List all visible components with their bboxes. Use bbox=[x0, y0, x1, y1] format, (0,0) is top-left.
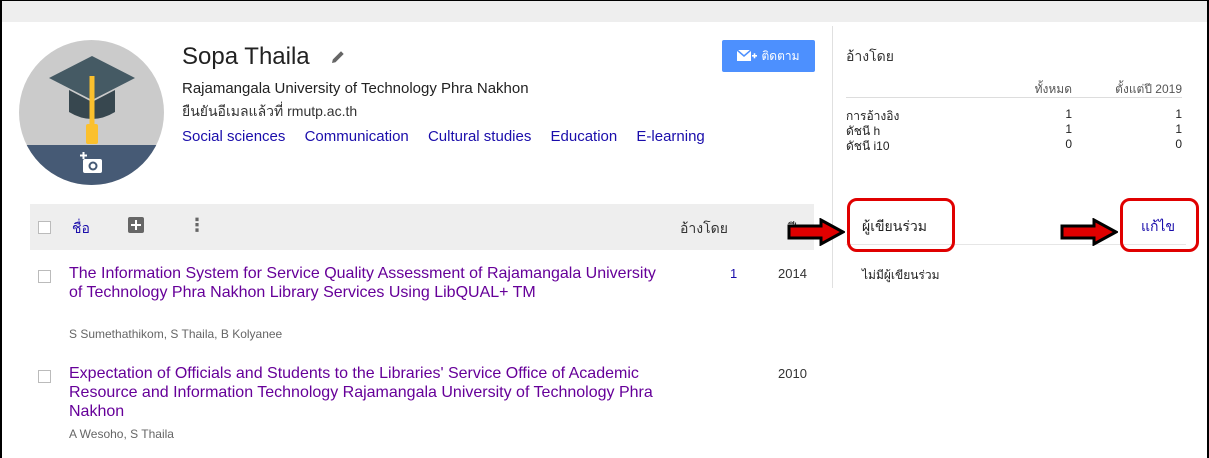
col-all-header: ทั้งหมด bbox=[1034, 82, 1072, 96]
stat-since: 0 bbox=[1175, 137, 1182, 151]
annotation-arrow-icon bbox=[1060, 218, 1118, 246]
follow-button[interactable]: ติดตาม bbox=[722, 40, 815, 72]
stats-row: ดัชนี i10 0 0 bbox=[846, 136, 1182, 153]
stats-header-row: ทั้งหมด ตั้งแต่ปี 2019 bbox=[846, 74, 1182, 98]
article-year: 2010 bbox=[778, 366, 807, 381]
stat-since: 1 bbox=[1175, 107, 1182, 121]
verified-email: ยืนยันอีเมลแล้วที่ rmutp.ac.th bbox=[182, 103, 358, 119]
interest-link[interactable]: Social sciences bbox=[182, 128, 285, 145]
sort-by-cited[interactable]: อ้างโดย bbox=[680, 218, 728, 240]
mail-follow-icon bbox=[737, 49, 758, 61]
cited-by-heading: อ้างโดย bbox=[846, 48, 894, 64]
stat-all: 1 bbox=[1065, 107, 1072, 121]
table-row: Expectation of Officials and Students to… bbox=[30, 364, 814, 444]
profile-name: Sopa Thaila bbox=[182, 43, 310, 70]
edit-pencil-icon[interactable] bbox=[330, 49, 346, 65]
annotation-arrow-icon bbox=[787, 218, 845, 246]
graduation-cap-icon bbox=[49, 56, 135, 144]
add-photo-icon[interactable] bbox=[80, 152, 104, 174]
table-row: The Information System for Service Quali… bbox=[30, 264, 814, 344]
interest-link[interactable]: Education bbox=[551, 128, 618, 145]
more-options-icon[interactable]: ⋮ bbox=[188, 215, 206, 236]
article-authors: S Sumethathikom, S Thaila, B Kolyanee bbox=[69, 327, 283, 341]
article-year: 2014 bbox=[778, 266, 807, 281]
interest-link[interactable]: E-learning bbox=[636, 128, 704, 145]
stats-row: ดัชนี h 1 1 bbox=[846, 121, 1182, 138]
sidebar-divider bbox=[832, 26, 833, 288]
stat-label[interactable]: ดัชนี i10 bbox=[846, 137, 890, 156]
col-since-header[interactable]: ตั้งแต่ปี 2019 bbox=[1115, 80, 1182, 99]
no-coauthors-text: ไม่มีผู้เขียนร่วม bbox=[862, 268, 940, 282]
profile-avatar[interactable] bbox=[19, 40, 164, 185]
annotation-box-edit bbox=[1120, 198, 1199, 252]
articles-table-header: ชื่อ ⋮ อ้างโดย ปี bbox=[30, 204, 814, 250]
article-cites[interactable]: 1 bbox=[730, 266, 737, 281]
interest-link[interactable]: Cultural studies bbox=[428, 128, 531, 145]
article-authors: A Wesoho, S Thaila bbox=[69, 427, 174, 441]
sort-by-title[interactable]: ชื่อ bbox=[72, 218, 90, 240]
follow-button-label: ติดตาม bbox=[761, 48, 800, 63]
select-all-checkbox[interactable] bbox=[38, 221, 51, 234]
interest-link[interactable]: Communication bbox=[305, 128, 409, 145]
article-title[interactable]: Expectation of Officials and Students to… bbox=[69, 364, 669, 421]
stat-all: 1 bbox=[1065, 122, 1072, 136]
row-checkbox[interactable] bbox=[38, 370, 51, 383]
stat-since: 1 bbox=[1175, 122, 1182, 136]
add-article-icon[interactable] bbox=[128, 217, 144, 233]
article-title[interactable]: The Information System for Service Quali… bbox=[69, 264, 669, 302]
stat-all: 0 bbox=[1065, 137, 1072, 151]
row-checkbox[interactable] bbox=[38, 270, 51, 283]
profile-affiliation[interactable]: Rajamangala University of Technology Phr… bbox=[182, 80, 529, 97]
citation-stats-table: ทั้งหมด ตั้งแต่ปี 2019 การอ้างอิง 1 1 ดั… bbox=[846, 74, 1182, 153]
annotation-box-coauthors bbox=[847, 198, 955, 252]
stats-row: การอ้างอิง 1 1 bbox=[846, 106, 1182, 123]
research-interests: Social sciences Communication Cultural s… bbox=[182, 128, 720, 145]
